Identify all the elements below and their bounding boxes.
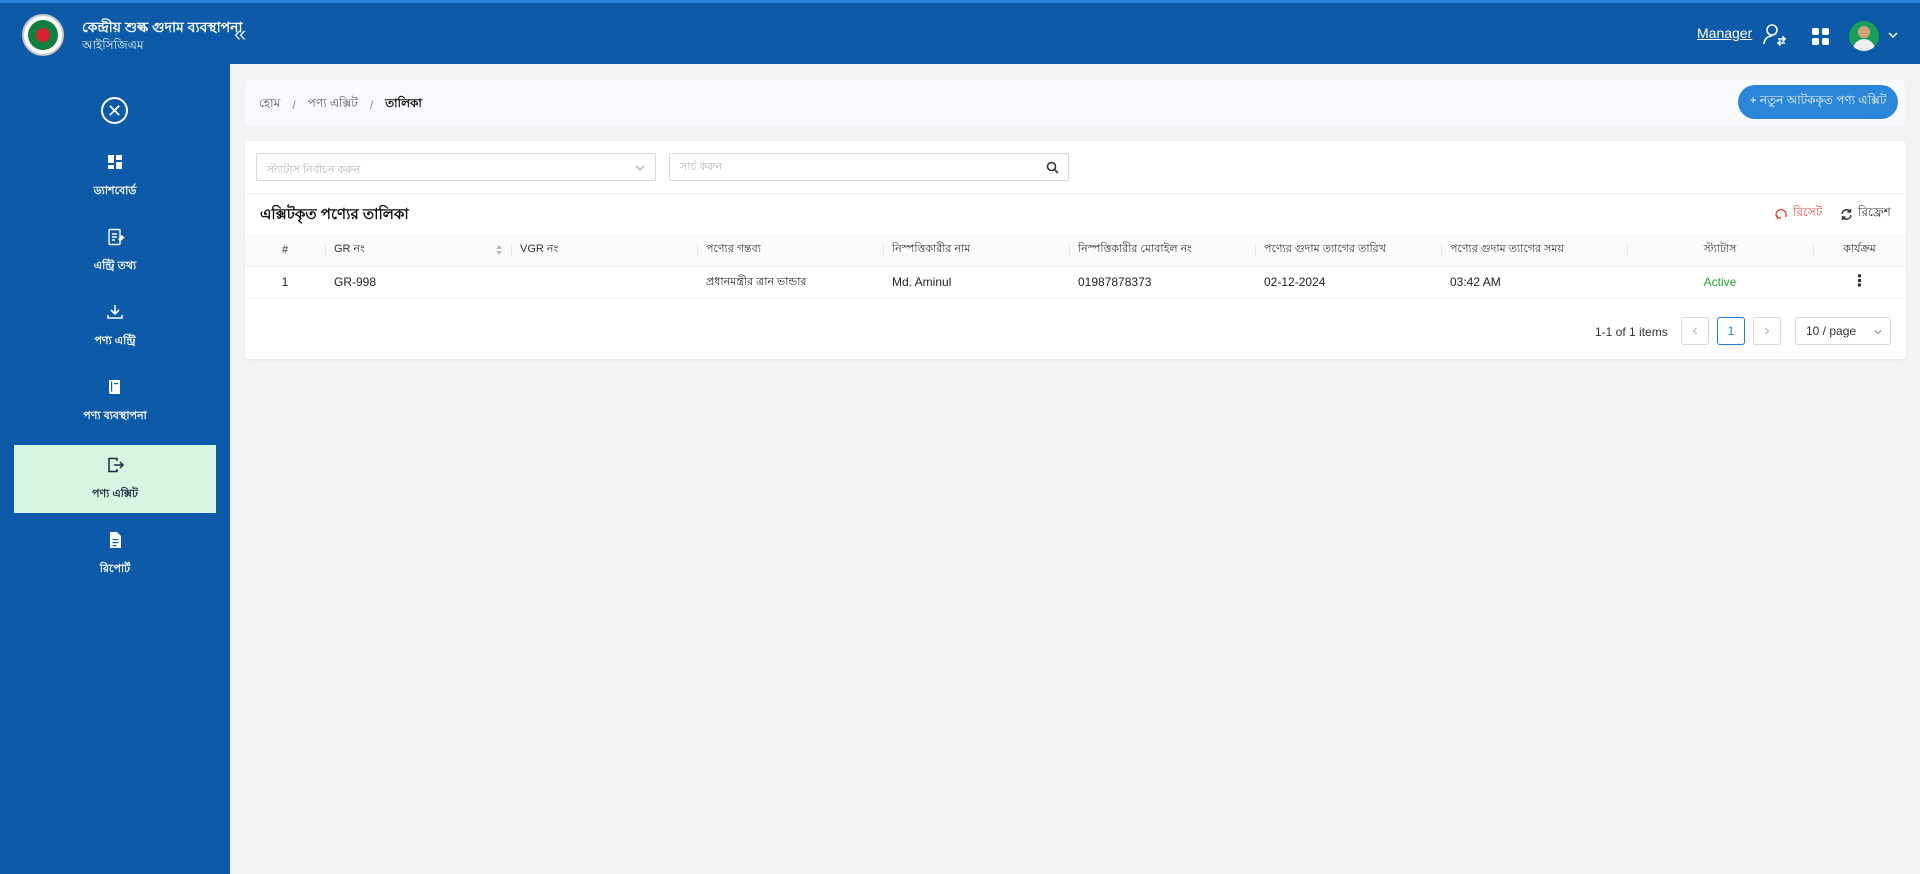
page-size-value: 10 / page xyxy=(1806,324,1857,338)
sidebar-item-label: ড্যাশবোর্ড xyxy=(93,184,137,197)
chevron-down-icon[interactable] xyxy=(1886,28,1900,42)
govt-logo xyxy=(22,14,64,56)
dashboard-icon xyxy=(108,154,122,169)
cell-exit-time: 03:42 AM xyxy=(1441,266,1627,299)
table-row: 1 GR-998 প্রধানমন্ত্রীর ত্রান ভান্ডার Md… xyxy=(245,266,1906,299)
refresh-button[interactable]: রিফ্রেশ xyxy=(1840,204,1891,224)
next-page-button[interactable] xyxy=(1753,317,1781,345)
breadcrumb: হোম / পণ্য এক্সিট / তালিকা xyxy=(259,95,422,115)
column-header-index: # xyxy=(245,234,325,267)
breadcrumb-separator: / xyxy=(369,98,374,112)
role-switch-link[interactable]: Manager xyxy=(1697,25,1752,41)
exit-list-card: স্ট্যাটাস নির্বাচন করুন এক্সিটকৃত পণ্যের… xyxy=(245,141,1906,359)
sidebar-item-label: পণ্য ব্যবস্থাপনা xyxy=(83,409,147,422)
chevron-left-icon xyxy=(1692,327,1697,335)
close-sidebar-icon[interactable]: ✕ xyxy=(101,97,128,124)
cell-gr-no: GR-998 xyxy=(325,266,511,299)
sidebar-item-label: এন্ট্রি তথ্য xyxy=(93,259,137,272)
column-header-actions: কার্যক্রম xyxy=(1813,234,1906,267)
cell-actions: ⋮ xyxy=(1813,266,1906,299)
breadcrumb-current: তালিকা xyxy=(385,96,422,110)
divider xyxy=(245,193,1906,194)
app-subtitle: আইসিজিএম xyxy=(82,38,144,52)
sort-icon[interactable] xyxy=(495,244,503,256)
user-switch-icon[interactable] xyxy=(1762,22,1788,48)
add-exit-button[interactable]: + নতুন আটককৃত পণ্য এক্সিট xyxy=(1738,85,1898,119)
cell-index: 1 xyxy=(245,266,325,299)
sidebar-item-product-exit[interactable]: পণ্য এক্সিট xyxy=(14,445,216,513)
book-icon xyxy=(109,379,120,394)
chevron-right-icon xyxy=(1765,327,1770,335)
sidebar: ✕ ড্যাশবোর্ড এন্ট্রি তথ্য পণ্য এন্ট্রি প… xyxy=(0,64,230,874)
prev-page-button[interactable] xyxy=(1681,317,1709,345)
refresh-label: রিফ্রেশ xyxy=(1858,205,1891,219)
breadcrumb-home[interactable]: হোম xyxy=(259,95,280,115)
cell-vgr-no xyxy=(511,266,697,299)
download-icon xyxy=(107,304,123,319)
list-title: এক্সিটকৃত পণ্যের তালিকা xyxy=(260,206,409,223)
search-icon[interactable] xyxy=(1046,161,1059,174)
cell-destination: প্রধানমন্ত্রীর ত্রান ভান্ডার xyxy=(697,266,883,299)
more-actions-icon[interactable]: ⋮ xyxy=(1852,274,1868,290)
search-box xyxy=(669,153,1069,181)
avatar[interactable] xyxy=(1849,21,1879,51)
sidebar-item-report[interactable]: রিপোর্ট xyxy=(14,520,216,588)
exit-icon xyxy=(108,457,125,472)
sidebar-item-entry-info[interactable]: এন্ট্রি তথ্য xyxy=(14,217,216,285)
sidebar-item-product-management[interactable]: পণ্য ব্যবস্থাপনা xyxy=(14,367,216,435)
column-header-exit-date: পণ্যের গুদাম ত্যাগের তারিখ xyxy=(1255,234,1441,267)
column-header-gr-no[interactable]: GR নং xyxy=(325,234,511,267)
table-header-row: # GR নং VGR নং পণ্যের গন্তব্য নিস্পত্তিক… xyxy=(245,234,1906,267)
breadcrumb-product-exit[interactable]: পণ্য এক্সিট xyxy=(308,95,358,115)
column-header-settler-mobile: নিস্পত্তিকারীর মোবাইল নং xyxy=(1069,234,1255,267)
reset-icon xyxy=(1775,208,1787,219)
sidebar-item-product-entry[interactable]: পণ্য এন্ট্রি xyxy=(14,292,216,360)
sidebar-item-label: পণ্য এন্ট্রি xyxy=(94,334,136,347)
sidebar-item-label: রিপোর্ট xyxy=(99,562,131,575)
report-icon xyxy=(110,531,121,548)
entry-info-icon xyxy=(108,228,125,245)
collapse-sidebar-button[interactable]: « xyxy=(234,23,246,45)
chevron-down-icon xyxy=(1874,330,1882,335)
reset-label: রিসেট xyxy=(1793,205,1823,219)
top-header: কেন্দ্রীয় শুল্ক গুদাম ব্যবস্থাপনা আইসিজ… xyxy=(0,0,1920,64)
page-size-select[interactable]: 10 / page xyxy=(1795,317,1891,345)
status-select-placeholder: স্ট্যাটাস নির্বাচন করুন xyxy=(267,164,361,176)
cell-exit-date: 02-12-2024 xyxy=(1255,266,1441,299)
exit-table: # GR নং VGR নং পণ্যের গন্তব্য নিস্পত্তিক… xyxy=(245,234,1906,299)
column-header-status: স্ট্যাটাস xyxy=(1627,234,1813,267)
pagination-total: 1-1 of 1 items xyxy=(1595,325,1668,339)
cell-settler-mobile: 01987878373 xyxy=(1069,266,1255,299)
column-header-settler-name: নিস্পত্তিকারীর নাম xyxy=(883,234,1069,267)
column-header-exit-time: পণ্যের গুদাম ত্যাগের সময় xyxy=(1441,234,1627,267)
status-select[interactable]: স্ট্যাটাস নির্বাচন করুন xyxy=(256,153,656,181)
page-1-button[interactable]: 1 xyxy=(1717,317,1745,345)
column-header-destination: পণ্যের গন্তব্য xyxy=(697,234,883,267)
column-header-vgr-no: VGR নং xyxy=(511,234,697,267)
search-input[interactable] xyxy=(670,154,1040,180)
sidebar-item-dashboard[interactable]: ড্যাশবোর্ড xyxy=(14,142,216,210)
refresh-icon xyxy=(1841,208,1852,220)
sidebar-item-label: পণ্য এক্সিট xyxy=(92,487,138,500)
reset-button[interactable]: রিসেট xyxy=(1775,204,1822,224)
status-badge: Active xyxy=(1627,266,1813,299)
cell-settler-name: Md. Aminul xyxy=(883,266,1069,299)
chevron-down-icon xyxy=(635,165,645,171)
apps-grid-icon[interactable] xyxy=(1812,28,1829,45)
breadcrumb-bar: হোম / পণ্য এক্সিট / তালিকা + নতুন আটককৃত… xyxy=(245,80,1905,126)
breadcrumb-separator: / xyxy=(292,98,296,112)
